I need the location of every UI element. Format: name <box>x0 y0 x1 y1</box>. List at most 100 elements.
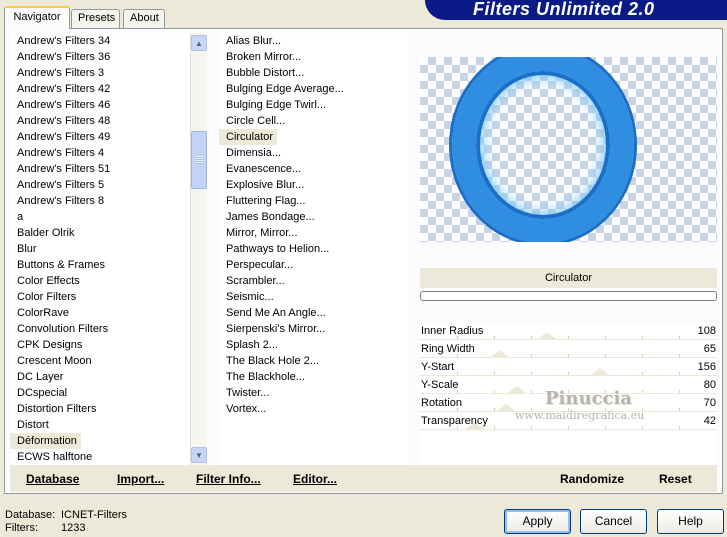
slider-tick <box>679 426 680 429</box>
filter-list[interactable]: Alias Blur... Broken Mirror... Bubble Dist… <box>219 33 409 465</box>
category-item[interactable]: Andrew's Filters 51 <box>10 161 190 177</box>
category-item[interactable]: Andrew's Filters 36 <box>10 49 190 65</box>
chevron-down-icon: ▼ <box>195 450 203 460</box>
slider-knob[interactable] <box>538 332 556 339</box>
param-slider-row[interactable]: Inner Radius 108 <box>420 322 717 340</box>
import-button[interactable]: Import... <box>117 465 164 492</box>
category-item[interactable]: Andrew's Filters 46 <box>10 97 190 113</box>
category-item[interactable]: DCspecial <box>10 385 190 401</box>
filter-item[interactable]: Seismic... <box>219 289 409 305</box>
slider-tick <box>679 354 680 357</box>
category-item[interactable]: Déformation <box>10 433 190 449</box>
category-item[interactable]: Andrew's Filters 34 <box>10 33 190 49</box>
category-item[interactable]: Balder Olrik <box>10 225 190 241</box>
scroll-up-button[interactable]: ▲ <box>191 35 207 51</box>
param-slider-row[interactable]: Ring Width 65 <box>420 340 717 358</box>
category-label: Andrew's Filters 48 <box>17 115 111 127</box>
filter-label: Dimensia... <box>226 147 282 159</box>
tab-presets[interactable]: Presets <box>71 9 120 28</box>
category-item[interactable]: Color Effects <box>10 273 190 289</box>
slider-tick <box>605 336 606 339</box>
category-item[interactable]: Andrew's Filters 42 <box>10 81 190 97</box>
tab-about[interactable]: About <box>123 9 165 28</box>
category-item[interactable]: ECWS halftone <box>10 449 190 465</box>
filter-item[interactable]: Mirror, Mirror... <box>219 225 409 241</box>
slider-tick <box>531 372 532 375</box>
editor-button[interactable]: Editor... <box>293 465 337 492</box>
filter-item[interactable]: Pathways to Helion... <box>219 241 409 257</box>
filter-item[interactable]: Bulging Edge Twirl... <box>219 97 409 113</box>
filter-item[interactable]: Bulging Edge Average... <box>219 81 409 97</box>
slider-tick <box>494 408 495 411</box>
filter-item[interactable]: Perspecular... <box>219 257 409 273</box>
circulator-ring-preview <box>452 57 634 242</box>
category-list[interactable]: Andrew's Filters 34 Andrew's Filters 36 An… <box>10 33 190 465</box>
category-item[interactable]: Buttons & Frames <box>10 257 190 273</box>
filter-item[interactable]: Splash 2... <box>219 337 409 353</box>
param-label: Rotation <box>421 397 462 409</box>
filter-item[interactable]: Bubble Distort... <box>219 65 409 81</box>
slider-knob[interactable] <box>508 386 526 393</box>
category-item[interactable]: Andrew's Filters 3 <box>10 65 190 81</box>
category-label: Convolution Filters <box>17 323 109 335</box>
help-button[interactable]: Help <box>657 509 724 534</box>
slider-tick <box>679 390 680 393</box>
filter-item[interactable]: Explosive Blur... <box>219 177 409 193</box>
category-item[interactable]: Convolution Filters <box>10 321 190 337</box>
filter-item[interactable]: Vortex... <box>219 401 409 417</box>
filter-info-button[interactable]: Filter Info... <box>196 465 261 492</box>
slider-tick <box>679 408 680 411</box>
slider-knob[interactable] <box>591 368 609 375</box>
slider-tick <box>531 336 532 339</box>
category-item[interactable]: Andrew's Filters 5 <box>10 177 190 193</box>
filter-item[interactable]: Broken Mirror... <box>219 49 409 65</box>
filter-item[interactable]: Scrambler... <box>219 273 409 289</box>
category-item[interactable]: a <box>10 209 190 225</box>
apply-button[interactable]: Apply <box>504 509 571 534</box>
category-item[interactable]: Andrew's Filters 48 <box>10 113 190 129</box>
slider-knob[interactable] <box>497 404 515 411</box>
category-item[interactable]: Distort <box>10 417 190 433</box>
filter-item[interactable]: Dimensia... <box>219 145 409 161</box>
category-label: Andrew's Filters 3 <box>17 67 105 79</box>
filter-item[interactable]: The Black Hole 2... <box>219 353 409 369</box>
category-item[interactable]: CPK Designs <box>10 337 190 353</box>
filter-item[interactable]: Alias Blur... <box>219 33 409 49</box>
param-label: Transparency <box>421 415 488 427</box>
filter-item[interactable]: Fluttering Flag... <box>219 193 409 209</box>
param-slider-row[interactable]: Y-Start 156 <box>420 358 717 376</box>
cancel-button[interactable]: Cancel <box>580 509 647 534</box>
param-label: Y-Scale <box>421 379 459 391</box>
category-item[interactable]: Crescent Moon <box>10 353 190 369</box>
slider-tick <box>679 336 680 339</box>
filter-item[interactable]: Circle Cell... <box>219 113 409 129</box>
slider-knob[interactable] <box>491 350 509 357</box>
tab-navigator[interactable]: Navigator <box>4 6 70 29</box>
category-item[interactable]: ColorRave <box>10 305 190 321</box>
scroll-thumb[interactable] <box>191 131 207 189</box>
filter-label: Twister... <box>226 387 270 399</box>
slider-tick <box>642 336 643 339</box>
category-item[interactable]: Color Filters <box>10 289 190 305</box>
filter-item[interactable]: The Blackhole... <box>219 369 409 385</box>
category-item[interactable]: Distortion Filters <box>10 401 190 417</box>
category-item[interactable]: DC Layer <box>10 369 190 385</box>
category-scrollbar[interactable]: ▲ ▼ <box>190 33 207 465</box>
filter-item[interactable]: Sierpenski's Mirror... <box>219 321 409 337</box>
filter-item[interactable]: Evanescence... <box>219 161 409 177</box>
filter-item[interactable]: Circulator <box>219 129 409 145</box>
filter-label: Scrambler... <box>226 275 285 287</box>
category-item[interactable]: Blur <box>10 241 190 257</box>
filter-item[interactable]: Twister... <box>219 385 409 401</box>
randomize-button[interactable]: Randomize <box>560 465 624 492</box>
category-item[interactable]: Andrew's Filters 49 <box>10 129 190 145</box>
category-item[interactable]: Andrew's Filters 4 <box>10 145 190 161</box>
category-item[interactable]: Andrew's Filters 8 <box>10 193 190 209</box>
scroll-down-button[interactable]: ▼ <box>191 447 207 463</box>
database-button[interactable]: Database <box>26 465 79 492</box>
filter-item[interactable]: James Bondage... <box>219 209 409 225</box>
filter-item[interactable]: Send Me An Angle... <box>219 305 409 321</box>
slider-tick <box>457 372 458 375</box>
reset-button[interactable]: Reset <box>659 465 692 492</box>
slider-tick <box>494 426 495 429</box>
